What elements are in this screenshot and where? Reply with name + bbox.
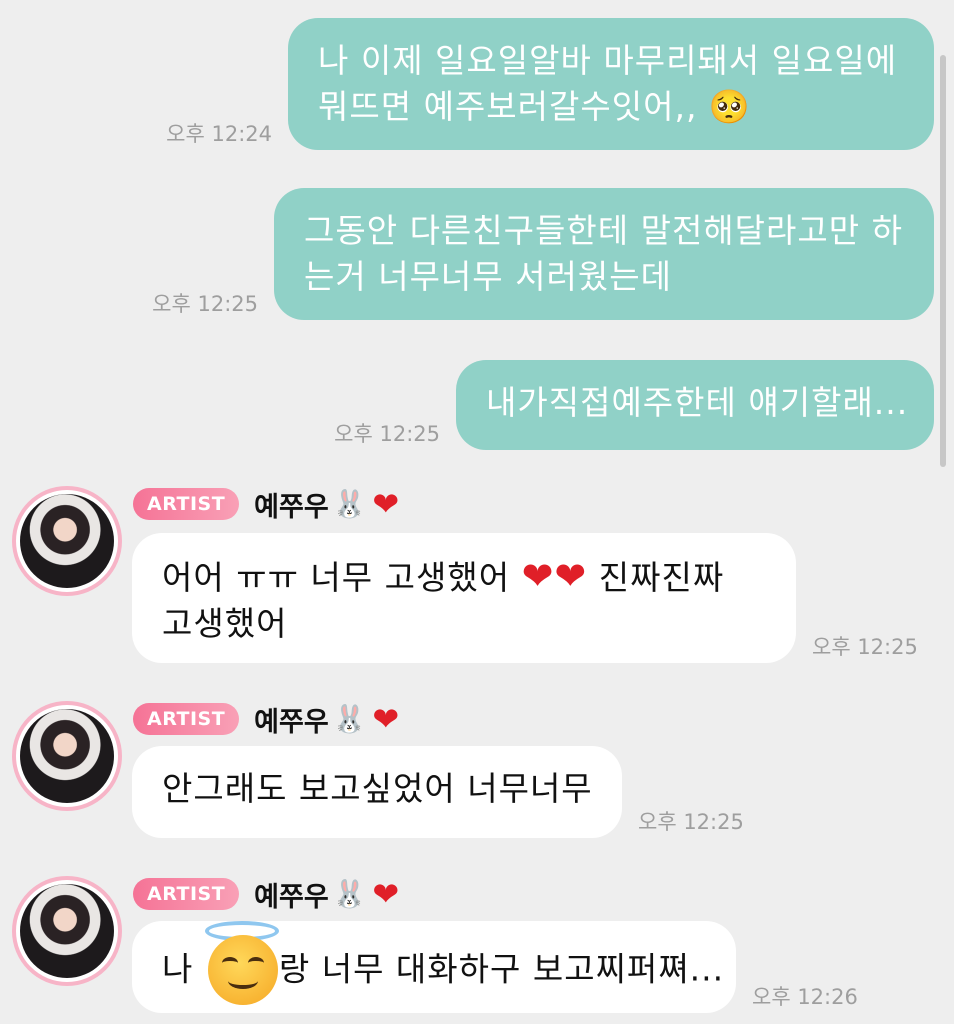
sent-message-bubble[interactable]: 나 이제 일요일알바 마무리돼서 일요일에 뭐뜨면 예주보러갈수잇어,, 🥺	[288, 18, 934, 150]
artist-badge: ARTIST	[133, 488, 240, 520]
received-message-bubble[interactable]: 어어 ㅠㅠ 너무 고생했어 ❤❤ 진짜진짜 고생했어	[132, 533, 796, 663]
message-time: 오후 12:25	[152, 292, 258, 316]
message-line: 내가직접예주한테 얘기할래...	[486, 383, 909, 422]
rabbit-icon: 🐰	[332, 879, 367, 910]
smiling-face-with-halo-icon	[204, 921, 279, 1005]
received-message-bubble[interactable]: 안그래도 보고싶었어 너무너무	[132, 746, 622, 838]
message-line: 고생했어	[162, 604, 288, 643]
message-time: 오후 12:26	[752, 985, 858, 1009]
avatar[interactable]	[12, 486, 122, 596]
sent-message-row: 오후 12:24 나 이제 일요일알바 마무리돼서 일요일에 뭐뜨면 예주보러갈…	[166, 18, 934, 150]
sent-message-bubble[interactable]: 내가직접예주한테 얘기할래...	[456, 360, 934, 450]
received-message-row: 안그래도 보고싶었어 너무너무 오후 12:25	[132, 746, 744, 838]
profile-photo	[20, 884, 114, 978]
message-time: 오후 12:25	[334, 422, 440, 446]
message-text: 진짜진짜	[587, 558, 725, 597]
sender-name[interactable]: 예쭈우	[254, 485, 329, 524]
sender-name-line: ARTIST 예쭈우 🐰 ❤	[133, 485, 400, 524]
message-line: 나 이제 일요일알바 마무리돼서 일요일에	[318, 41, 898, 80]
avatar[interactable]	[12, 701, 122, 811]
sent-message-row: 오후 12:25 그동안 다른친구들한테 말전해달라고만 하 는거 너무너무 서…	[152, 188, 934, 320]
message-time: 오후 12:25	[812, 635, 918, 659]
message-line: 뭐뜨면 예주보러갈수잇어,, 🥺	[318, 87, 752, 126]
rabbit-icon: 🐰	[332, 704, 367, 735]
heart-icon: ❤	[372, 875, 400, 913]
received-message-row: 나 랑 너무 대화하구 보고찌퍼쪄... 오후 12:26	[132, 921, 858, 1013]
message-line: 는거 너무너무 서러웠는데	[304, 257, 672, 296]
scrollbar[interactable]	[940, 55, 946, 467]
message-line: 그동안 다른친구들한테 말전해달라고만 하	[304, 211, 903, 250]
message-time: 오후 12:25	[638, 810, 744, 834]
avatar[interactable]	[12, 876, 122, 986]
received-message-bubble[interactable]: 나 랑 너무 대화하구 보고찌퍼쪄...	[132, 921, 736, 1013]
message-text: 랑 너무 대화하구 보고찌퍼쪄...	[278, 949, 725, 989]
sender-name[interactable]: 예쭈우	[254, 700, 329, 739]
profile-photo	[20, 709, 114, 803]
profile-photo	[20, 494, 114, 588]
sender-name-line: ARTIST 예쭈우 🐰 ❤	[133, 700, 400, 739]
received-message-group: ARTIST 예쭈우 🐰 ❤ 어어 ㅠㅠ 너무 고생했어 ❤❤ 진짜진짜 고생했…	[0, 485, 954, 666]
rabbit-icon: 🐰	[332, 489, 367, 520]
message-time: 오후 12:24	[166, 122, 272, 146]
heart-icon: ❤❤	[521, 554, 588, 598]
artist-badge: ARTIST	[133, 703, 240, 735]
sent-message-bubble[interactable]: 그동안 다른친구들한테 말전해달라고만 하 는거 너무너무 서러웠는데	[274, 188, 934, 320]
sender-name-line: ARTIST 예쭈우 🐰 ❤	[133, 875, 400, 914]
message-text: 나	[162, 949, 205, 989]
message-text: 안그래도 보고싶었어 너무너무	[162, 769, 593, 808]
heart-icon: ❤	[372, 485, 400, 523]
heart-icon: ❤	[372, 700, 400, 738]
message-text: 어어 ㅠㅠ 너무 고생했어	[162, 558, 522, 597]
sender-name[interactable]: 예쭈우	[254, 875, 329, 914]
received-message-row: 어어 ㅠㅠ 너무 고생했어 ❤❤ 진짜진짜 고생했어 오후 12:25	[132, 533, 918, 663]
received-message-group: ARTIST 예쭈우 🐰 ❤ 안그래도 보고싶었어 너무너무 오후 12:25	[0, 700, 954, 841]
received-message-group: ARTIST 예쭈우 🐰 ❤ 나 랑 너무 대화하구 보고찌퍼쪄... 오후 1…	[0, 875, 954, 1024]
artist-badge: ARTIST	[133, 878, 240, 910]
sent-message-row: 오후 12:25 내가직접예주한테 얘기할래...	[334, 360, 934, 450]
